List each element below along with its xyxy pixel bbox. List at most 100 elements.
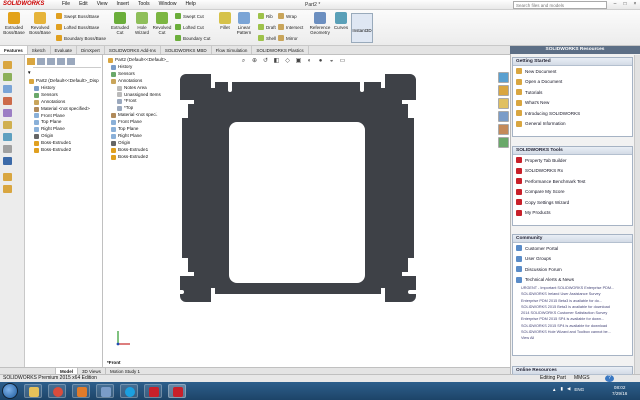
resource-link[interactable]: Technical Alerts & News [513,275,632,286]
tray-up-icon[interactable]: ▲ [552,387,556,392]
feature-tool-icon[interactable] [3,73,12,81]
previous-view-icon[interactable]: ↺ [262,58,269,65]
maximize-icon[interactable]: □ [621,1,629,8]
tab-sketch[interactable]: Sketch [28,46,51,54]
view-tool-icon[interactable] [3,85,12,93]
search-input[interactable]: Search files and models [513,1,607,9]
lofted-boss-button[interactable]: Lofted Boss/Base [56,24,99,30]
taskbar-app-media[interactable] [72,384,90,398]
tab-evaluate[interactable]: Evaluate [51,46,78,54]
tab-dimxpert[interactable]: DimXpert [77,46,105,54]
display-style-icon[interactable]: ▣ [295,58,302,65]
curves-button[interactable]: Curves [333,12,349,30]
menu-window[interactable]: Window [159,1,177,7]
section-view-icon[interactable]: ◧ [273,58,280,65]
resource-link[interactable]: Introducing SOLIDWORKS [513,108,632,119]
resource-link[interactable]: Customer Portal [513,243,632,254]
menu-file[interactable]: File [62,1,70,7]
tree-item[interactable]: Material <not specified> [29,106,99,113]
menu-help[interactable]: Help [185,1,195,7]
tree-item[interactable]: Part2 (Default<<Default>_ [108,57,169,64]
zoom-area-icon[interactable]: ⊕ [251,58,258,65]
display-style-icon[interactable] [3,109,12,117]
intersect-button[interactable]: Intersect [278,24,303,30]
shell-button[interactable]: Shell [258,35,276,41]
swept-boss-button[interactable]: Swept Boss/Base [56,13,99,19]
solidworks-logo[interactable]: SOLIDWORKS [3,1,44,7]
resource-link[interactable]: New Document [513,66,632,77]
tree-filter[interactable]: ▼ [27,70,31,75]
menu-tools[interactable]: Tools [138,1,150,7]
revolved-cut-button[interactable]: Revolved Cut [152,12,172,35]
appearances-tab-icon[interactable] [498,124,509,135]
reference-geometry-button[interactable]: Reference Geometry [307,12,333,35]
draft-button[interactable]: Draft [258,24,276,30]
menu-edit[interactable]: Edit [79,1,88,7]
close-icon[interactable]: × [631,1,639,8]
measure-icon[interactable] [3,133,12,141]
section-view-icon[interactable] [3,97,12,105]
tree-item[interactable]: Sensors [29,92,99,99]
extruded-cut-button[interactable]: Extruded Cut [110,12,130,35]
tab-addins[interactable]: SOLIDWORKS Add-Ins [105,46,161,54]
property-manager-tab-icon[interactable] [37,58,45,65]
file-explorer-tab-icon[interactable] [498,98,509,109]
tray-language[interactable]: ENG [574,387,584,392]
taskbar-app-solidworks[interactable] [168,384,186,398]
edit-appearance-icon[interactable]: ● [317,58,324,65]
view-palette-tab-icon[interactable] [498,111,509,122]
hide-show-icon[interactable]: ◐ [306,58,313,65]
design-library-tab-icon[interactable] [498,85,509,96]
options-icon[interactable] [3,145,12,153]
resource-link[interactable]: My Products [513,208,632,219]
resource-link[interactable]: SOLIDWORKS Rx [513,166,632,177]
resource-link[interactable]: Property Tab Builder [513,155,632,166]
resource-link[interactable]: Performance Benchmark Test [513,176,632,187]
configuration-tab-icon[interactable] [47,58,55,65]
tab-features[interactable]: Features [0,46,28,54]
taskbar-app-chrome[interactable] [48,384,66,398]
start-button[interactable] [2,383,18,399]
tree-item[interactable]: Top Plane [29,119,99,126]
boundary-boss-button[interactable]: Boundary Boss/Base [56,35,106,41]
resource-link[interactable]: Open a Document [513,77,632,88]
tree-item[interactable]: Boss-Extrude1 [29,140,99,147]
menu-view[interactable]: View [97,1,108,7]
tab-flow-simulation[interactable]: Flow Simulation [212,46,253,54]
units-selector[interactable]: MMGS [574,375,590,381]
fillet-button[interactable]: Fillet [217,12,233,30]
help-icon[interactable]: ? [605,375,614,382]
tab-plastics[interactable]: SOLIDWORKS Plastics [252,46,309,54]
tree-item[interactable]: Annotations [29,99,99,106]
news-link[interactable]: View All [513,335,632,341]
mirror-button[interactable]: Mirror [278,35,298,41]
tree-item[interactable]: History [29,85,99,92]
network-icon[interactable]: ▮ [560,386,562,392]
boundary-cut-button[interactable]: Boundary Cut [175,35,211,41]
resource-link[interactable]: Tutorials [513,87,632,98]
tree-item[interactable]: Right Plane [29,126,99,133]
revolved-boss-button[interactable]: Revolved Boss/Base [28,12,52,35]
resources-tab-icon[interactable] [498,72,509,83]
tab-mbd[interactable]: SOLIDWORKS MBD [161,46,212,54]
appearance-icon[interactable] [3,121,12,129]
resource-link[interactable]: General Information [513,119,632,130]
instant3d-button[interactable]: Instant3D [351,13,373,43]
extruded-boss-button[interactable]: Extruded Boss/Base [3,12,25,35]
taskbar-app-skype[interactable] [120,384,138,398]
task-pane-scrollbar[interactable] [634,55,640,374]
display-tab-icon[interactable] [67,58,75,65]
resource-link[interactable]: What's New [513,98,632,109]
hole-wizard-button[interactable]: Hole Wizard [132,12,152,35]
taskbar-app-acrobat[interactable] [144,384,162,398]
view-orientation-icon[interactable]: ◇ [284,58,291,65]
minimize-icon[interactable]: – [611,1,619,8]
view-settings-icon[interactable]: ▭ [339,58,346,65]
tree-filter-icon[interactable] [3,173,12,181]
rib-button[interactable]: Rib [258,13,273,19]
taskbar-clock[interactable]: 08:02 7/29/16 [612,385,627,397]
volume-icon[interactable]: ◀ [567,386,570,392]
resource-link[interactable]: Discussion Forum [513,264,632,275]
resource-link[interactable]: User Groups [513,254,632,265]
swept-cut-button[interactable]: Swept Cut [175,13,204,19]
